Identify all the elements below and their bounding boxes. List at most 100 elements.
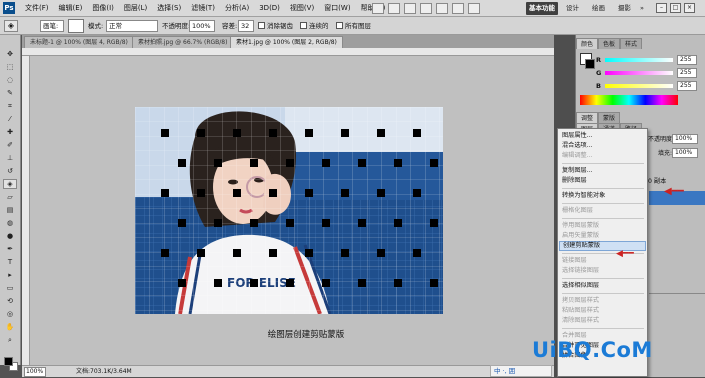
pattern-swatch[interactable]	[68, 19, 84, 33]
workspace-painting[interactable]: 绘画	[592, 2, 605, 15]
paint-bucket-tool-icon[interactable]: ◈	[3, 179, 17, 189]
green-label: G	[596, 69, 602, 77]
move-tool-icon[interactable]: ✥	[3, 49, 17, 59]
opacity-input[interactable]: 100%	[189, 20, 215, 32]
history-brush-tool-icon[interactable]: ↺	[3, 166, 17, 176]
menu-3d[interactable]: 3D(D)	[254, 0, 285, 17]
bridge-icon[interactable]	[372, 3, 384, 14]
red-value-input[interactable]: 255	[677, 55, 697, 65]
menu-file[interactable]: 文件(F)	[20, 0, 54, 17]
context-menu-item[interactable]: 转换为智能对象	[559, 191, 646, 201]
tab-adjustments[interactable]: 调整	[576, 112, 599, 123]
marquee-tool-icon[interactable]: ⬚	[3, 62, 17, 72]
workspace-more[interactable]: »	[640, 2, 644, 15]
black-square	[214, 279, 222, 287]
lasso-tool-icon[interactable]: ◌	[3, 75, 17, 85]
context-menu-item[interactable]: 选择相似图层	[559, 281, 646, 291]
eraser-tool-icon[interactable]: ▱	[3, 192, 17, 202]
workspace-photography[interactable]: 摄影	[618, 2, 631, 15]
mode-label: 模式:	[88, 22, 104, 30]
tab-color[interactable]: 颜色	[576, 38, 599, 49]
brush-size-select[interactable]: 画笔:	[40, 20, 64, 32]
context-menu-item[interactable]: 复制图层...	[559, 166, 646, 176]
ime-toolbar[interactable]: 中 ·, 囲	[490, 365, 552, 377]
tab-document-3-active[interactable]: 素材1.jpg @ 100% (图层 2, RGB/8)	[230, 36, 343, 48]
minibridge-icon[interactable]	[388, 3, 400, 14]
black-square	[178, 279, 186, 287]
tab-styles[interactable]: 样式	[620, 38, 643, 49]
maximize-icon[interactable]: □	[670, 3, 681, 13]
black-square	[358, 279, 366, 287]
green-slider[interactable]	[605, 71, 673, 75]
screen-mode-icon[interactable]	[468, 3, 480, 14]
paint-bucket-tool-icon[interactable]: ◈	[4, 20, 18, 32]
path-select-tool-icon[interactable]: ▸	[3, 270, 17, 280]
crop-tool-icon[interactable]: ⌗	[3, 101, 17, 111]
3d-rotate-tool-icon[interactable]: ⟲	[3, 296, 17, 306]
zoom-level-icon[interactable]	[404, 3, 416, 14]
hand-icon[interactable]	[420, 3, 432, 14]
hand-tool-icon[interactable]: ✋	[3, 322, 17, 332]
blue-slider[interactable]	[605, 84, 673, 88]
gradient-tool-icon[interactable]: ▤	[3, 205, 17, 215]
menu-filter[interactable]: 滤镜(T)	[186, 0, 220, 17]
mode-select[interactable]: 正常	[106, 20, 158, 32]
brush-tool-icon[interactable]: ✐	[3, 140, 17, 150]
arrange-documents-icon[interactable]	[452, 3, 464, 14]
close-icon[interactable]: ×	[684, 3, 695, 13]
black-square	[233, 189, 241, 197]
context-menu-item[interactable]: 删除图层	[559, 176, 646, 186]
tab-document-1[interactable]: 未标题-1 @ 100% (图层 4, RGB/8)	[24, 36, 134, 48]
all-layers-checkbox[interactable]	[336, 22, 343, 29]
workspace-essentials-button[interactable]: 基本功能	[526, 2, 558, 15]
menu-layer[interactable]: 图层(L)	[119, 0, 152, 17]
rotate-view-icon[interactable]	[436, 3, 448, 14]
tolerance-input[interactable]: 32	[238, 20, 254, 32]
layer-opacity-input[interactable]: 100%	[672, 134, 698, 144]
anti-alias-checkbox[interactable]	[258, 22, 265, 29]
zoom-tool-icon[interactable]: ⌕	[3, 335, 17, 345]
menu-analysis[interactable]: 分析(A)	[220, 0, 254, 17]
anti-alias-label: 消除锯齿	[267, 22, 293, 30]
menu-separator	[562, 163, 644, 164]
green-value-input[interactable]: 255	[677, 68, 697, 78]
black-square	[341, 129, 349, 137]
healing-tool-icon[interactable]: ✚	[3, 127, 17, 137]
minimize-icon[interactable]: –	[656, 3, 667, 13]
menu-window[interactable]: 窗口(W)	[319, 0, 355, 17]
eyedropper-tool-icon[interactable]: ⁄	[3, 114, 17, 124]
menu-select[interactable]: 选择(S)	[152, 0, 186, 17]
dodge-tool-icon[interactable]: ●	[3, 231, 17, 241]
foreground-color-swatch[interactable]	[4, 357, 13, 366]
black-square	[305, 249, 313, 257]
contiguous-checkbox[interactable]	[300, 22, 307, 29]
layer-fill-input[interactable]: 100%	[672, 148, 698, 158]
bg-color-chip[interactable]	[585, 59, 595, 69]
workspace-design[interactable]: 设计	[566, 2, 579, 15]
type-tool-icon[interactable]: T	[3, 257, 17, 267]
zoom-field[interactable]: 100%	[24, 367, 46, 377]
red-slider[interactable]	[605, 58, 673, 62]
menu-image[interactable]: 图像(I)	[87, 0, 119, 17]
shape-tool-icon[interactable]: ▭	[3, 283, 17, 293]
document-info[interactable]: 文档:703.1K/3.64M	[76, 366, 132, 378]
layer-opacity-label: 不透明度:	[648, 136, 675, 143]
blue-value-input[interactable]: 255	[677, 81, 697, 91]
black-square	[413, 189, 421, 197]
tab-swatches[interactable]: 色板	[598, 38, 621, 49]
tab-document-2[interactable]: 素材拍照.jpg @ 66.7% (RGB/8)	[132, 36, 234, 48]
context-menu-item[interactable]: 混合选项...	[559, 141, 646, 151]
blur-tool-icon[interactable]: ◍	[3, 218, 17, 228]
pen-tool-icon[interactable]: ✒	[3, 244, 17, 254]
tab-masks[interactable]: 蒙版	[598, 112, 621, 123]
menu-edit[interactable]: 编辑(E)	[54, 0, 88, 17]
stamp-tool-icon[interactable]: ⊥	[3, 153, 17, 163]
quick-select-tool-icon[interactable]: ✎	[3, 88, 17, 98]
menu-view[interactable]: 视图(V)	[285, 0, 319, 17]
3d-camera-tool-icon[interactable]: ◎	[3, 309, 17, 319]
context-menu-item: 清除图层样式	[562, 317, 600, 324]
black-square	[214, 159, 222, 167]
context-menu-item[interactable]: 图层属性...	[559, 131, 646, 141]
color-spectrum-ramp[interactable]	[580, 95, 678, 105]
photo-layer[interactable]: FOR ELISE	[135, 107, 443, 314]
